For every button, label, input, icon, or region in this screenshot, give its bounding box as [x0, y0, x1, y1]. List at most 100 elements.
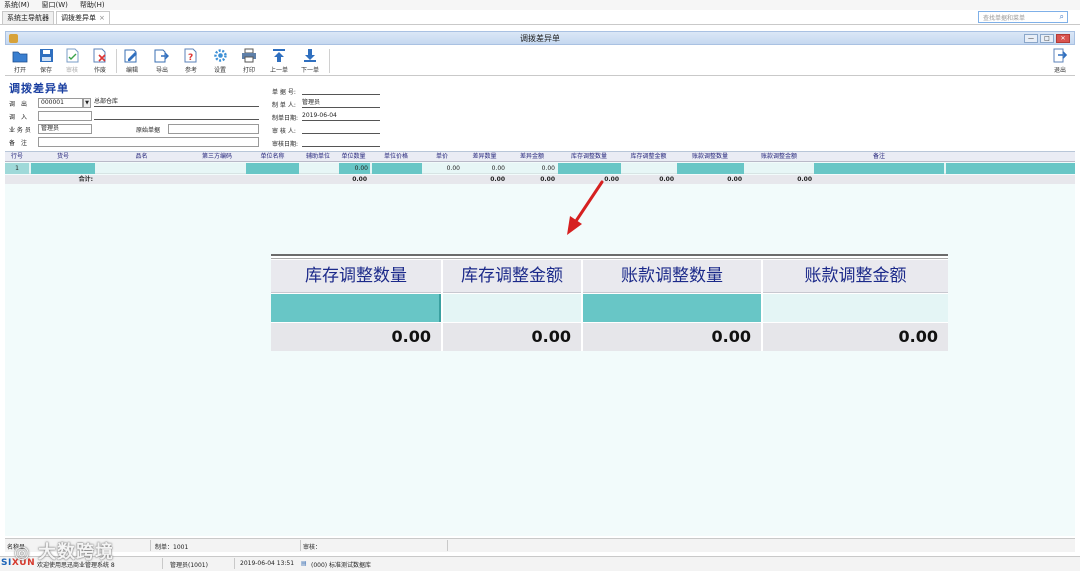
staff-input[interactable]: 管理员: [38, 124, 92, 134]
total-diff-amount: 0.00: [540, 176, 555, 183]
cell-account-adjust-amount[interactable]: [744, 163, 814, 174]
col-header[interactable]: 品名: [95, 152, 188, 162]
database-icon: ▤: [301, 560, 307, 567]
note-input[interactable]: [38, 137, 259, 147]
edit-icon: [124, 47, 140, 64]
cell-stock-adjust-amount[interactable]: [621, 163, 676, 174]
status-user: 管理员(1001): [170, 562, 208, 569]
maximize-button[interactable]: □: [1040, 34, 1054, 43]
out-warehouse-code-input[interactable]: 000001: [38, 98, 83, 108]
export-icon: [154, 47, 170, 64]
document-title: 调拨差异单: [9, 82, 69, 95]
tab-close-icon[interactable]: ×: [99, 14, 105, 22]
app-icon: [9, 34, 18, 43]
col-header[interactable]: 单位名称: [246, 152, 299, 162]
status-separator: [150, 540, 151, 551]
cell-extra[interactable]: [946, 163, 1075, 174]
review-date-label: 审核日期:: [272, 141, 299, 148]
menu-bar: 系统(M) 窗口(W) 帮助(H): [0, 0, 1080, 10]
document-form: 调拨差异单 调 出 000001 ▼ 总部仓库 调 入 业 务 员 管理员 原始…: [5, 77, 1075, 149]
tab-transfer-diff[interactable]: 调拨差异单 ×: [56, 11, 110, 24]
cell-unit-qty[interactable]: 0.00: [339, 163, 370, 174]
zoom-total-stock-amount: 0.00: [443, 323, 581, 351]
col-header[interactable]: 账款调整数量: [676, 152, 744, 162]
discard-button[interactable]: 作废: [89, 47, 111, 75]
col-header[interactable]: 差异金额: [507, 152, 557, 162]
cell-unit-price[interactable]: [372, 163, 422, 174]
zoom-cell-account-qty: [583, 294, 761, 322]
save-icon: [38, 47, 54, 64]
out-label: 调 出: [9, 101, 28, 108]
col-header[interactable]: 货号: [31, 152, 95, 162]
zoom-header-account-qty: 账款调整数量: [583, 260, 761, 293]
col-header[interactable]: 备注: [814, 152, 944, 162]
out-warehouse-name: 总部仓库: [94, 97, 259, 107]
total-label: 合计:: [78, 176, 93, 183]
col-header[interactable]: 库存调整金额: [621, 152, 676, 162]
form-status-bar: 名称显 制单：1001 审核：: [5, 538, 1075, 552]
search-icon[interactable]: ⌕: [1060, 12, 1064, 22]
menu-help[interactable]: 帮助(H): [80, 0, 105, 10]
toolbar: 打开 保存 审核 作废 编辑 导出 ? 参考 设置 打印 上一单 下一单 退出: [5, 45, 1075, 76]
edit-button[interactable]: 编辑: [121, 47, 143, 75]
col-header[interactable]: 辅助单位: [299, 152, 337, 162]
print-button[interactable]: 打印: [238, 47, 260, 75]
cell-diff-qty[interactable]: 0.00: [462, 163, 507, 174]
window-titlebar: 调拨差异单 — □ ✕: [5, 31, 1075, 45]
arrow-up-icon: [271, 47, 287, 64]
minimize-button[interactable]: —: [1024, 34, 1038, 43]
export-button[interactable]: 导出: [151, 47, 173, 75]
cell-price[interactable]: 0.00: [422, 163, 462, 174]
zoom-cell-stock-amount: [443, 294, 581, 322]
reviewer-value: [302, 124, 380, 134]
exit-button[interactable]: 退出: [1049, 47, 1071, 75]
total-stock-amount: 0.00: [659, 176, 674, 183]
review-doc-icon: [64, 47, 80, 64]
col-header[interactable]: 单价: [422, 152, 462, 162]
grid-header: 行号 货号 品名 第三方编码 单位名称 辅助单位 单位数量 单位价格 单价 差异…: [5, 152, 1075, 162]
col-header[interactable]: 账款调整金额: [744, 152, 814, 162]
next-doc-button[interactable]: 下一单: [299, 47, 321, 75]
chevron-down-icon[interactable]: ▼: [83, 98, 91, 108]
open-button[interactable]: 打开: [9, 47, 31, 75]
menu-system[interactable]: 系统(M): [4, 0, 30, 10]
settings-button[interactable]: 设置: [209, 47, 231, 75]
in-warehouse-input[interactable]: [38, 111, 92, 121]
prev-doc-button[interactable]: 上一单: [268, 47, 290, 75]
status-maker: 制单：1001: [155, 544, 189, 551]
cell-stock-adjust-qty[interactable]: [558, 163, 621, 174]
grid-total-row: 合计: 0.00 0.00 0.00 0.00 0.00 0.00 0.00: [5, 175, 1075, 184]
tab-bar: 系统主导航器 调拨差异单 ×: [0, 10, 1080, 25]
zoom-callout: 库存调整数量 库存调整金额 账款调整数量 账款调整金额 0.00 0.00 0.…: [271, 254, 948, 351]
source-doc-input[interactable]: [168, 124, 259, 134]
review-button[interactable]: 审核: [61, 47, 83, 75]
save-button[interactable]: 保存: [35, 47, 57, 75]
total-account-qty: 0.00: [727, 176, 742, 183]
zoom-separator: [761, 260, 763, 351]
note-label: 备 注: [9, 140, 28, 147]
maker-value: 管理员: [302, 98, 380, 108]
cell-note[interactable]: [814, 163, 944, 174]
table-row[interactable]: 1 0.00 0.00 0.00 0.00: [5, 163, 1075, 174]
col-header[interactable]: 行号: [5, 152, 29, 162]
col-header[interactable]: 差异数量: [462, 152, 507, 162]
cell-sku[interactable]: [31, 163, 95, 174]
gear-icon: [212, 47, 228, 64]
col-header[interactable]: 第三方编码: [188, 152, 246, 162]
col-header[interactable]: 库存调整数量: [557, 152, 621, 162]
search-input[interactable]: 查找单据和菜单 ⌕: [978, 11, 1068, 23]
menu-window[interactable]: 窗口(W): [42, 0, 68, 10]
reference-button[interactable]: ? 参考: [180, 47, 202, 75]
close-button[interactable]: ✕: [1056, 34, 1070, 43]
cell-diff-amount[interactable]: 0.00: [507, 163, 557, 174]
cell-account-adjust-qty[interactable]: [677, 163, 744, 174]
zoom-cell-account-amount: [763, 294, 948, 322]
col-header[interactable]: 单位数量: [337, 152, 370, 162]
zoom-header-stock-amount: 库存调整金额: [443, 260, 581, 293]
app-status-bar: SIXUN 欢迎使用思迅商业管理系统 8 管理员(1001) 2019-06-0…: [0, 556, 1080, 571]
col-header[interactable]: 单位价格: [370, 152, 422, 162]
cell-unit-name[interactable]: [246, 163, 299, 174]
arrow-down-icon: [302, 47, 318, 64]
staff-label: 业 务 员: [9, 127, 31, 134]
tab-main-navigator[interactable]: 系统主导航器: [2, 11, 54, 24]
